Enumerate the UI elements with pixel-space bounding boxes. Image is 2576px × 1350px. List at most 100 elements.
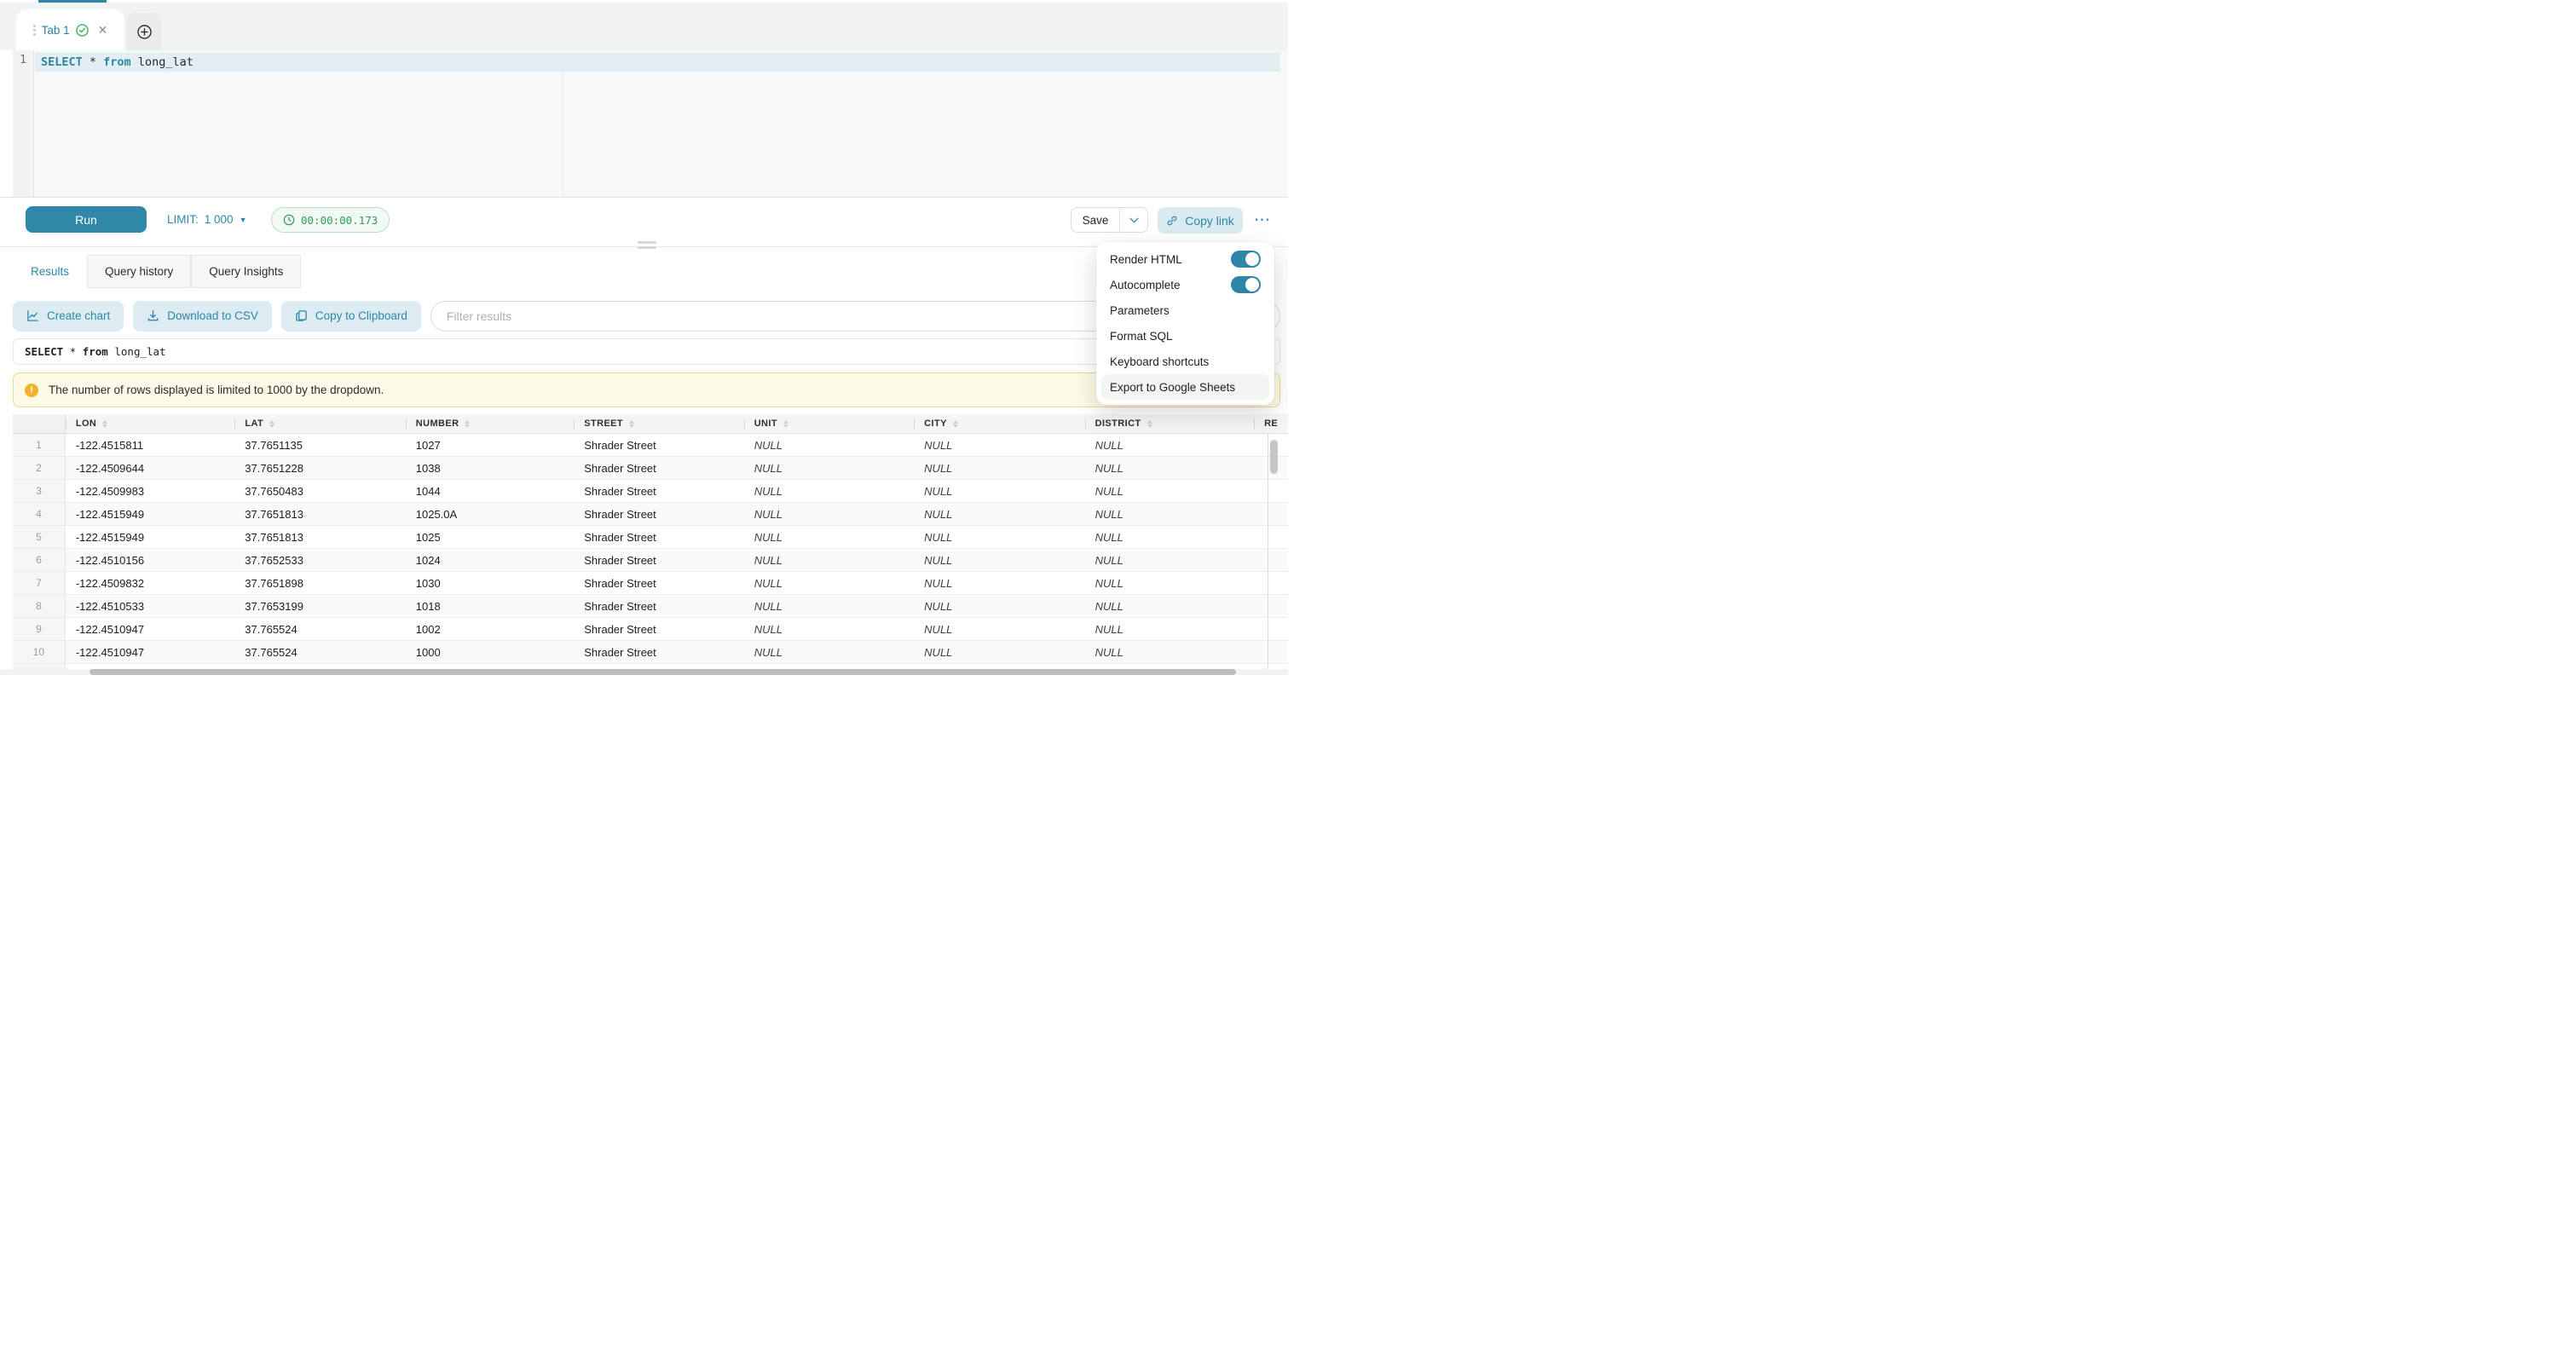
run-button[interactable]: Run [26, 206, 147, 233]
table-cell[interactable]: 37.7651813 [234, 503, 405, 525]
table-cell[interactable]: 1018 [406, 595, 574, 617]
table-cell[interactable]: -122.4515949 [66, 526, 234, 548]
tab-1[interactable]: Tab 1 ✕ [16, 9, 124, 50]
table-cell[interactable]: NULL [914, 434, 1084, 456]
table-cell[interactable]: NULL [744, 503, 914, 525]
table-cell[interactable]: Shrader Street [574, 434, 743, 456]
table-cell[interactable]: NULL [1085, 526, 1254, 548]
table-cell[interactable]: 37.7651813 [234, 526, 405, 548]
table-cell[interactable]: 1000 [406, 641, 574, 663]
limit-dropdown[interactable]: LIMIT: 1 000 ▼ [167, 206, 246, 233]
menu-item-keyboard-shortcuts[interactable]: Keyboard shortcuts [1101, 349, 1269, 374]
table-cell[interactable]: 1024 [406, 549, 574, 571]
table-cell[interactable]: NULL [744, 618, 914, 640]
table-cell[interactable]: 1025 [406, 526, 574, 548]
tab-query-history[interactable]: Query history [87, 255, 191, 288]
table-cell[interactable]: NULL [1085, 595, 1254, 617]
row-number[interactable]: 3 [13, 480, 66, 502]
row-number[interactable]: 1 [13, 434, 66, 456]
create-chart-button[interactable]: Create chart [13, 301, 124, 332]
table-cell[interactable]: NULL [744, 526, 914, 548]
table-cell[interactable] [1254, 480, 1288, 502]
sql-editor[interactable]: 1 SELECT * from long_lat [0, 50, 1288, 198]
table-cell[interactable]: NULL [914, 641, 1084, 663]
table-cell[interactable]: NULL [914, 618, 1084, 640]
table-cell[interactable] [1254, 595, 1288, 617]
table-cell[interactable] [1254, 618, 1288, 640]
table-cell[interactable] [1254, 503, 1288, 525]
save-options-button[interactable] [1119, 208, 1147, 232]
table-cell[interactable]: Shrader Street [574, 641, 743, 663]
row-number[interactable]: 5 [13, 526, 66, 548]
menu-item-format-sql[interactable]: Format SQL [1101, 323, 1269, 349]
table-cell[interactable]: NULL [1085, 503, 1254, 525]
table-cell[interactable] [1254, 526, 1288, 548]
table-cell[interactable]: NULL [744, 549, 914, 571]
table-cell[interactable]: Shrader Street [574, 526, 743, 548]
horizontal-scrollbar-thumb[interactable] [90, 669, 1236, 675]
table-cell[interactable]: NULL [914, 526, 1084, 548]
table-cell[interactable]: 1038 [406, 457, 574, 479]
menu-item-export-to-google-sheets[interactable]: Export to Google Sheets [1101, 374, 1269, 400]
new-tab-button[interactable] [127, 13, 161, 50]
column-header-number[interactable]: NUMBER [406, 414, 574, 433]
copy-clipboard-button[interactable]: Copy to Clipboard [281, 301, 421, 332]
table-cell[interactable]: NULL [744, 457, 914, 479]
row-number[interactable]: 7 [13, 572, 66, 594]
table-cell[interactable]: NULL [1085, 641, 1254, 663]
table-cell[interactable]: -122.4510947 [66, 641, 234, 663]
table-cell[interactable]: 1044 [406, 480, 574, 502]
table-cell[interactable]: NULL [914, 595, 1084, 617]
table-cell[interactable] [1254, 641, 1288, 663]
column-header-unit[interactable]: UNIT [744, 414, 914, 433]
row-number[interactable]: 8 [13, 595, 66, 617]
menu-item-parameters[interactable]: Parameters [1101, 297, 1269, 323]
table-cell[interactable]: Shrader Street [574, 503, 743, 525]
table-cell[interactable]: 37.7653199 [234, 595, 405, 617]
table-cell[interactable]: Shrader Street [574, 572, 743, 594]
table-cell[interactable]: NULL [1085, 618, 1254, 640]
table-cell[interactable]: Shrader Street [574, 595, 743, 617]
row-number[interactable]: 4 [13, 503, 66, 525]
table-cell[interactable]: NULL [744, 434, 914, 456]
table-cell[interactable]: Shrader Street [574, 480, 743, 502]
table-cell[interactable]: NULL [1085, 457, 1254, 479]
column-header-city[interactable]: CITY [914, 414, 1084, 433]
row-number[interactable]: 9 [13, 618, 66, 640]
table-cell[interactable]: -122.4515949 [66, 503, 234, 525]
table-cell[interactable]: Shrader Street [574, 549, 743, 571]
sql-code-line[interactable]: SELECT * from long_lat [41, 55, 193, 69]
table-cell[interactable]: 37.765524 [234, 618, 405, 640]
table-cell[interactable]: NULL [914, 480, 1084, 502]
column-header-district[interactable]: DISTRICT [1085, 414, 1254, 433]
close-tab-icon[interactable]: ✕ [98, 23, 108, 38]
table-cell[interactable]: 37.7650483 [234, 480, 405, 502]
table-cell[interactable]: 37.7651898 [234, 572, 405, 594]
table-cell[interactable]: NULL [744, 595, 914, 617]
table-cell[interactable]: NULL [914, 503, 1084, 525]
tab-query-insights[interactable]: Query Insights [191, 255, 301, 288]
table-cell[interactable]: 37.7652533 [234, 549, 405, 571]
table-cell[interactable] [1254, 549, 1288, 571]
table-cell[interactable]: Shrader Street [574, 457, 743, 479]
table-cell[interactable]: -122.4515811 [66, 434, 234, 456]
toggle-on[interactable] [1231, 251, 1261, 268]
toggle-on[interactable] [1231, 276, 1261, 293]
table-cell[interactable]: -122.4510156 [66, 549, 234, 571]
table-cell[interactable]: 1030 [406, 572, 574, 594]
download-csv-button[interactable]: Download to CSV [133, 301, 272, 332]
table-cell[interactable]: NULL [914, 457, 1084, 479]
table-cell[interactable]: NULL [1085, 572, 1254, 594]
table-cell[interactable]: NULL [1085, 480, 1254, 502]
table-cell[interactable]: NULL [744, 480, 914, 502]
table-cell[interactable]: 1025.0A [406, 503, 574, 525]
column-header-re[interactable]: RE [1254, 414, 1288, 433]
table-cell[interactable]: NULL [744, 572, 914, 594]
column-header-lat[interactable]: LAT [234, 414, 405, 433]
table-cell[interactable]: Shrader Street [574, 618, 743, 640]
column-header-street[interactable]: STREET [574, 414, 743, 433]
tab-results[interactable]: Results [13, 255, 87, 288]
table-cell[interactable]: -122.4509644 [66, 457, 234, 479]
table-cell[interactable]: NULL [1085, 549, 1254, 571]
table-cell[interactable]: 37.7651135 [234, 434, 405, 456]
